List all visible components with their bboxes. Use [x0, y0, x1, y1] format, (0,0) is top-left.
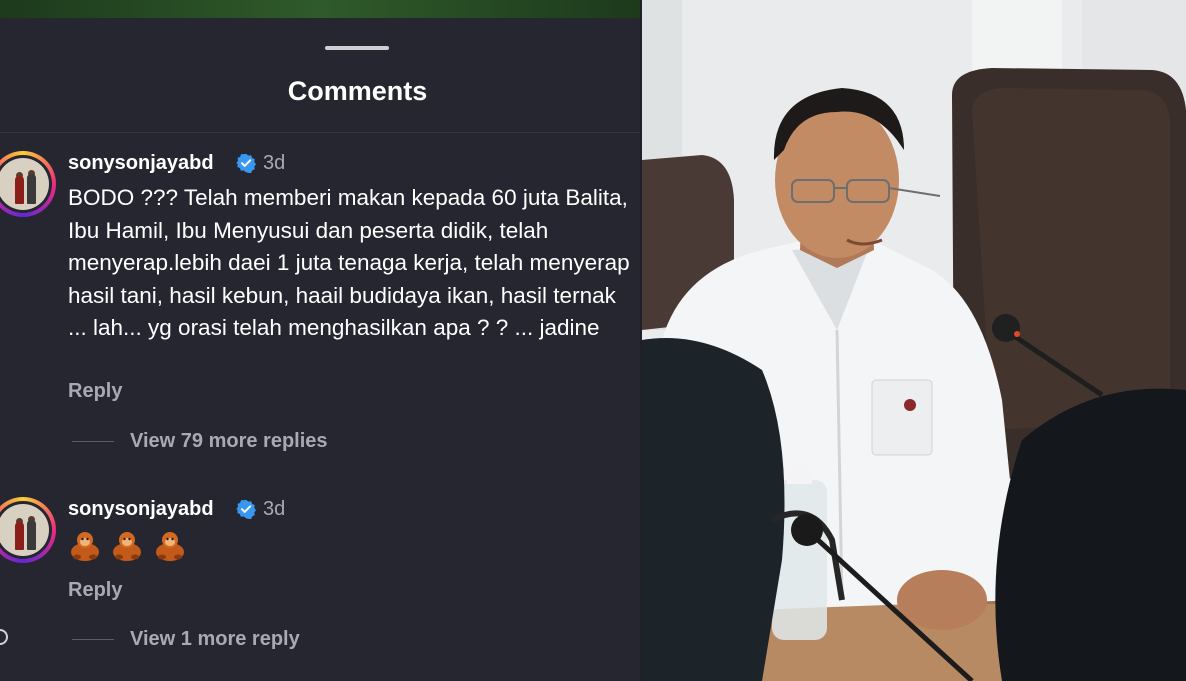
orangutan-icon: [155, 532, 184, 561]
orangutan-icon: [113, 532, 142, 561]
comment-time: 3d: [263, 152, 286, 174]
meeting-photo: [642, 0, 1186, 681]
video-top-strip: [0, 0, 640, 18]
photo-illustration: [642, 0, 1186, 681]
avatar[interactable]: [0, 151, 56, 217]
view-replies-button[interactable]: View 1 more reply: [130, 628, 300, 651]
comment-text: BODO ??? Telah memberi makan kepada 60 j…: [68, 185, 630, 340]
reply-button[interactable]: Reply: [68, 380, 122, 403]
comment-time: 3d: [263, 498, 286, 520]
orangutan-icon: [71, 532, 99, 561]
edge-indicator: [0, 629, 8, 645]
view-replies-button[interactable]: View 79 more replies: [130, 430, 328, 453]
panel-title: Comments: [287, 76, 428, 106]
verified-badge-icon: [236, 153, 256, 173]
comments-panel: Comments sonysonjayabd 3d BODO ??? Telah…: [0, 0, 640, 681]
reply-button[interactable]: Reply: [68, 579, 122, 602]
username[interactable]: sonysonjayabd: [68, 498, 214, 521]
verified-badge-icon: [236, 499, 256, 519]
drag-handle[interactable]: [325, 46, 389, 50]
replies-line: [72, 441, 114, 442]
avatar[interactable]: [0, 497, 56, 563]
replies-line: [72, 639, 114, 640]
comment-emojis: [68, 528, 191, 562]
divider: [0, 132, 640, 133]
username[interactable]: sonysonjayabd: [68, 152, 214, 175]
